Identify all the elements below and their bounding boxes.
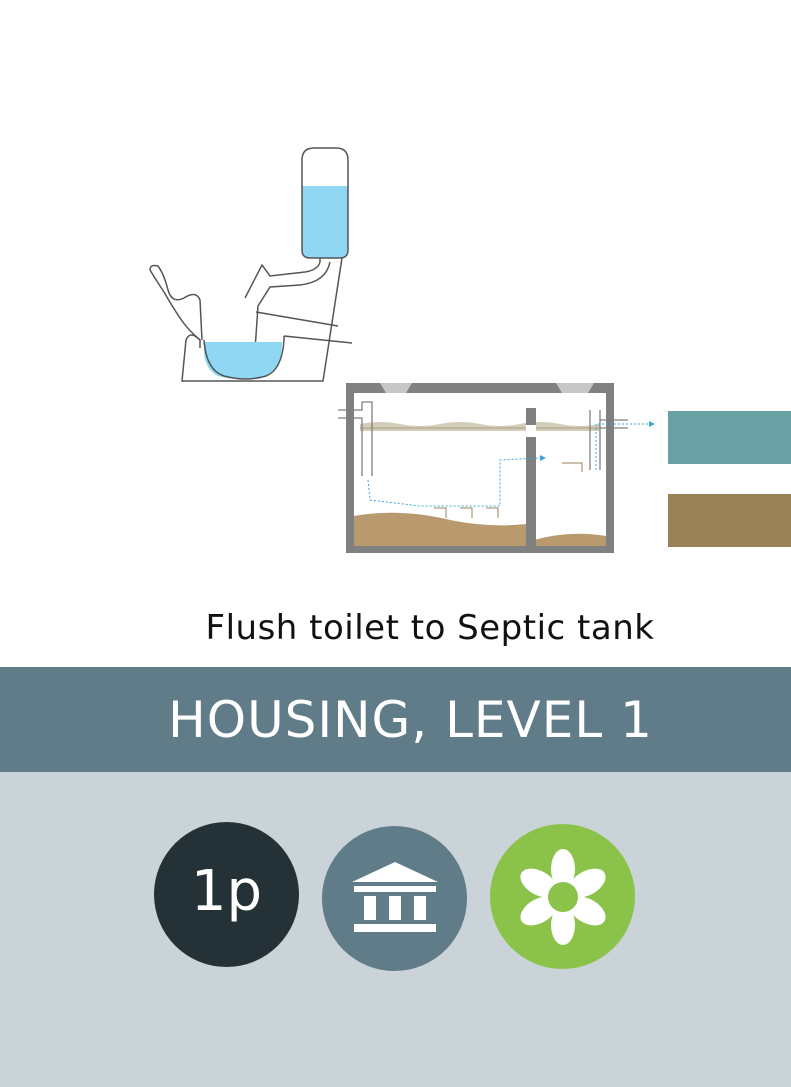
flush-pipe — [244, 258, 321, 299]
level-banner: HOUSING, LEVEL 1 — [0, 667, 791, 772]
flower-icon — [519, 848, 606, 945]
drain-outlet — [255, 311, 339, 327]
toilet-rim — [149, 264, 203, 341]
sanitation-illustration — [149, 147, 791, 553]
badge-institution — [322, 826, 467, 971]
badge-ecology — [490, 824, 635, 969]
cistern-water — [302, 186, 348, 258]
effluent-discharge-band — [668, 411, 791, 464]
soil-band — [668, 494, 791, 547]
institution-icon — [351, 861, 438, 932]
badge-one-person: 1p — [154, 822, 299, 967]
flush-toilet — [149, 147, 353, 382]
septic-tank — [338, 383, 655, 553]
level-title: HOUSING, LEVEL 1 — [168, 690, 653, 749]
diagram-caption: Flush toilet to Septic tank — [205, 608, 655, 648]
badge-one-person-label: 1p — [190, 859, 263, 924]
